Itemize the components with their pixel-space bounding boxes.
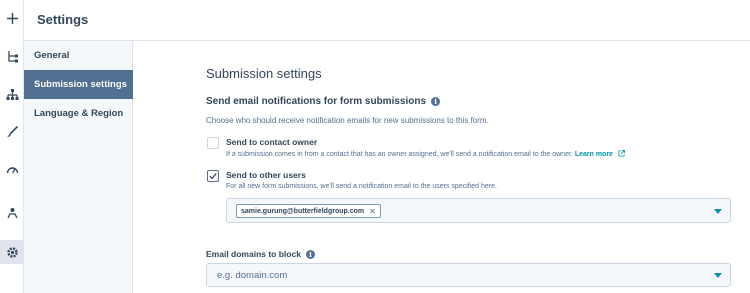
nav-item-language-region[interactable]: Language & Region (24, 99, 133, 128)
contact-owner-checkbox[interactable] (207, 137, 219, 149)
main-content: Submission settings Send email notificat… (134, 41, 750, 293)
contact-owner-help-text: If a submission comes in from a contact … (226, 151, 573, 158)
email-domains-select[interactable]: e.g. domain.com (206, 263, 731, 287)
external-link-icon (618, 150, 625, 157)
gauge-icon[interactable] (0, 157, 24, 181)
contact-owner-help: If a submission comes in from a contact … (226, 150, 625, 158)
learn-more-link[interactable]: Learn more (575, 151, 613, 158)
flow-icon[interactable] (0, 44, 24, 68)
chevron-down-icon[interactable] (714, 209, 722, 214)
contact-owner-label[interactable]: Send to contact owner (226, 137, 317, 147)
remove-tag-icon[interactable]: ✕ (369, 207, 376, 216)
user-tag: samie.gurung@butterfieldgroup.com ✕ (236, 204, 381, 218)
notifications-heading: Send email notifications for form submis… (206, 96, 441, 107)
notifications-heading-text: Send email notifications for form submis… (206, 96, 427, 107)
plus-icon[interactable] (0, 6, 24, 30)
checkmark-icon (209, 173, 217, 180)
page-title: Settings (37, 12, 89, 27)
users-select[interactable]: samie.gurung@butterfieldgroup.com ✕ (226, 198, 731, 223)
users-icon[interactable] (0, 201, 24, 225)
user-tag-label: samie.gurung@butterfieldgroup.com (241, 207, 365, 215)
email-domains-label-text: Email domains to block (206, 249, 301, 259)
email-domains-placeholder: e.g. domain.com (217, 270, 288, 281)
hierarchy-icon[interactable] (0, 82, 24, 106)
brush-icon[interactable] (0, 119, 24, 143)
settings-nav: General Submission settings Language & R… (24, 41, 133, 293)
nav-item-general[interactable]: General (24, 41, 133, 70)
gear-icon[interactable] (0, 240, 24, 264)
email-domains-label: Email domains to block i (206, 249, 315, 259)
page-header: Settings (24, 0, 750, 41)
info-icon[interactable]: i (431, 97, 441, 106)
other-users-label[interactable]: Send to other users (226, 170, 306, 180)
left-rail (0, 0, 24, 293)
info-icon[interactable]: i (305, 249, 315, 259)
chevron-down-icon[interactable] (714, 273, 722, 278)
other-users-checkbox[interactable] (207, 170, 219, 182)
section-title: Submission settings (206, 66, 322, 81)
nav-item-submission-settings[interactable]: Submission settings (24, 70, 133, 99)
notifications-description: Choose who should receive notification e… (206, 116, 489, 125)
other-users-help: For all new form submissions, we'll send… (226, 183, 497, 190)
